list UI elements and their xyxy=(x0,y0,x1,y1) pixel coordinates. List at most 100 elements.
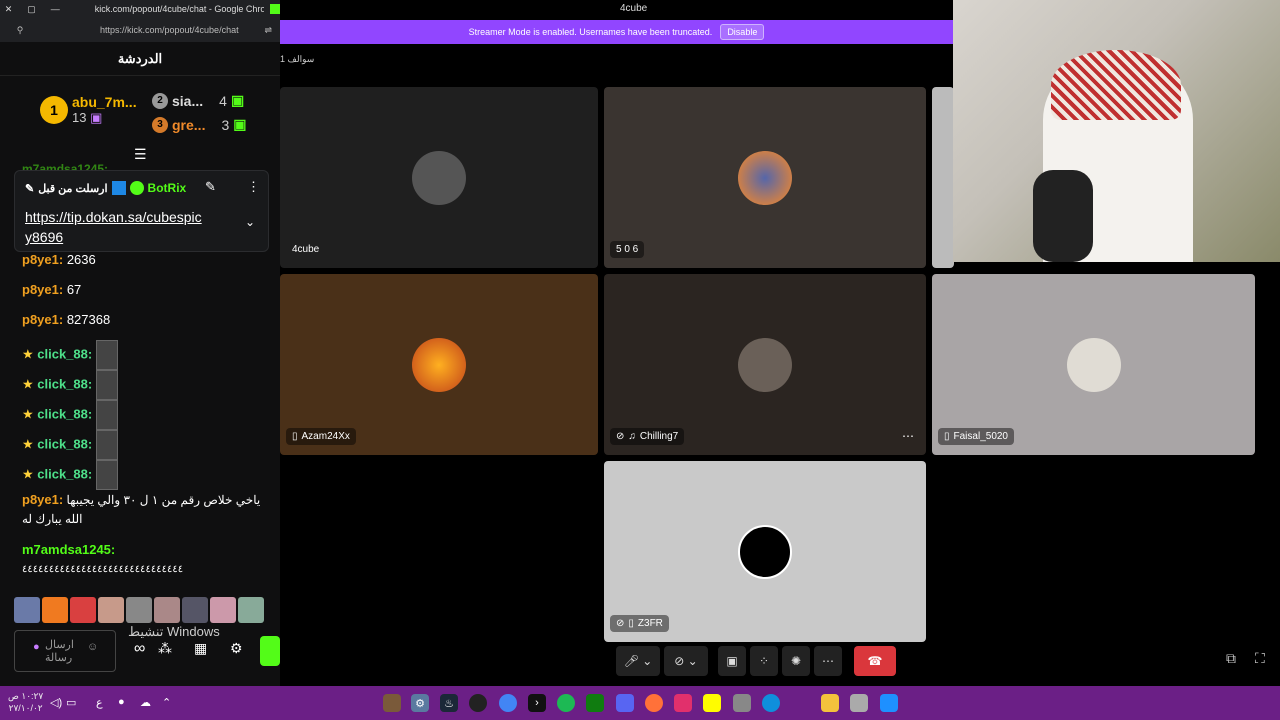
close-icon[interactable]: ✕ xyxy=(0,4,17,15)
emote-button[interactable] xyxy=(126,597,152,623)
app-icon-minecraft[interactable] xyxy=(383,694,401,712)
mic-icon[interactable]: ● xyxy=(33,641,40,653)
network-icon[interactable]: ▭ xyxy=(66,696,76,709)
emote-button[interactable] xyxy=(98,597,124,623)
gift-icon: ▣ xyxy=(233,116,247,132)
participant-tile[interactable]: 5 0 6 xyxy=(604,87,926,268)
infinity-icon[interactable]: ∞ xyxy=(134,640,145,658)
chat-username[interactable]: p8ye1: xyxy=(22,492,63,507)
language-indicator[interactable]: ع xyxy=(96,696,103,709)
restore-icon[interactable]: ▢ xyxy=(17,4,46,15)
activities-button[interactable]: ⁘ xyxy=(750,646,778,676)
bot-name: BotRix xyxy=(147,181,187,195)
minimize-icon[interactable]: — xyxy=(46,4,65,14)
chat-username[interactable]: click_88: xyxy=(37,346,92,361)
chat-username[interactable]: p8ye1: xyxy=(22,252,63,267)
clock-date[interactable]: ٢٧/١٠/٠٢ xyxy=(8,702,43,714)
settings-icon[interactable]: ⚙ xyxy=(230,640,243,657)
participant-tile[interactable]: ▯ Azam24Xx xyxy=(280,274,598,455)
participant-tile[interactable]: ▯ Faisal_5020 xyxy=(932,274,1255,455)
leader-1[interactable]: 1 abu_7m... 13 ▣ xyxy=(40,94,137,126)
chat-message: ★ click_88: xyxy=(22,370,118,400)
leader-2[interactable]: 2 sia... 4 ▣ xyxy=(152,92,244,109)
participant-tile[interactable]: ⊘ ♫ Chilling7 ⋯ xyxy=(604,274,926,455)
participant-tile-partial[interactable] xyxy=(932,87,954,268)
chat-message: ★ click_88: xyxy=(22,340,118,370)
chat-username[interactable]: p8ye1: xyxy=(22,282,63,297)
participant-tile[interactable]: ⊘ ▯ Z3FR xyxy=(604,461,926,642)
chat-username[interactable]: m7amdsa1245: xyxy=(22,542,115,557)
pinned-link[interactable]: https://tip.dokan.sa/cubespic y8696 xyxy=(25,207,202,247)
emote-button[interactable] xyxy=(70,597,96,623)
emote-button[interactable] xyxy=(42,597,68,623)
emote-button[interactable] xyxy=(238,597,264,623)
app-icon-steam[interactable]: ♨ xyxy=(440,694,458,712)
emote-button[interactable] xyxy=(182,597,208,623)
unpin-icon[interactable]: ✎ xyxy=(205,179,216,195)
cloud-icon[interactable]: ☁ xyxy=(140,696,151,709)
app-icon-instagram[interactable] xyxy=(674,694,692,712)
speaker-icon[interactable]: ◁) xyxy=(50,696,62,709)
disable-button[interactable]: Disable xyxy=(720,24,765,40)
leader-3[interactable]: 3 gre... 3 ▣ xyxy=(152,116,247,133)
mic-toggle-button[interactable]: 🎤︎ ⌄ xyxy=(616,646,660,676)
chat-username[interactable]: p8ye1: xyxy=(22,312,63,327)
start-icon[interactable] xyxy=(880,694,898,712)
app-icon-snapchat[interactable] xyxy=(703,694,721,712)
chat-username[interactable]: click_88: xyxy=(37,376,92,391)
playstation-icon: ♫ xyxy=(628,431,636,442)
sticker-image xyxy=(95,370,118,400)
more-options-icon[interactable]: ⋯ xyxy=(902,429,914,443)
participant-avatar xyxy=(1066,337,1121,392)
screenshare-button[interactable]: ▣ xyxy=(718,646,746,676)
more-options-button[interactable]: ⋯ xyxy=(814,646,842,676)
app-icon-taskview[interactable] xyxy=(850,694,868,712)
app-icon-explorer[interactable] xyxy=(821,694,839,712)
mic-tray-icon[interactable]: ● xyxy=(118,696,125,708)
participant-tile[interactable]: 4cube xyxy=(280,87,598,268)
send-button[interactable] xyxy=(260,636,280,666)
emoji-icon[interactable]: ☺ xyxy=(87,641,98,653)
app-icon-xbox[interactable] xyxy=(586,694,604,712)
app-icon-spotify[interactable] xyxy=(557,694,575,712)
site-info-icon[interactable]: ⚲ xyxy=(0,25,40,36)
emote-button[interactable] xyxy=(154,597,180,623)
chat-text: ياخي خلاص رقم من ١ ل ٣٠ والي يجيبها xyxy=(66,493,261,507)
camera-toggle-button[interactable]: ⊘ ⌄ xyxy=(664,646,708,676)
url-bar[interactable]: ⚲ https://kick.com/popout/4cube/chat ⇌ xyxy=(0,18,280,42)
chat-username[interactable]: click_88: xyxy=(37,406,92,421)
app-icon-chrome[interactable] xyxy=(499,694,517,712)
pinned-by-label: ارسلت من قبل xyxy=(38,182,108,195)
soundboard-button[interactable]: ✺ xyxy=(782,646,810,676)
app-icon-settings[interactable]: ⚙ xyxy=(411,694,429,712)
chat-username[interactable]: click_88: xyxy=(37,436,92,451)
pinned-link-line2[interactable]: y8696 xyxy=(25,227,202,247)
pinned-link-line1[interactable]: https://tip.dokan.sa/cubespic xyxy=(25,207,202,227)
star-badge-icon: ★ xyxy=(22,346,34,362)
apps-icon[interactable]: ⁂ xyxy=(158,640,172,657)
app-icon-obs[interactable] xyxy=(469,694,487,712)
chevron-up-icon[interactable]: ⌃ xyxy=(162,696,171,709)
participant-name-row: ▯ Azam24Xx xyxy=(286,428,356,445)
app-icon-firefox[interactable] xyxy=(645,694,663,712)
star-badge-icon: ★ xyxy=(22,406,34,422)
chat-username[interactable]: click_88: xyxy=(37,466,92,481)
fullscreen-icon[interactable]: ⛶ xyxy=(1255,650,1265,667)
emote-button[interactable] xyxy=(14,597,40,623)
filter-icon[interactable]: ☰ xyxy=(134,146,147,163)
app-icon-edge[interactable] xyxy=(762,694,780,712)
chat-message: ★ click_88: xyxy=(22,430,118,460)
url-text[interactable]: https://kick.com/popout/4cube/chat xyxy=(100,25,239,35)
disconnect-button[interactable]: ☎ xyxy=(854,646,896,676)
clock-time[interactable]: ١٠:٢٧ ص xyxy=(8,690,43,702)
app-icon-terminal[interactable]: › xyxy=(528,694,546,712)
app-icon-discord[interactable] xyxy=(616,694,634,712)
more-options-icon[interactable]: ⋮ xyxy=(247,179,260,195)
popout-icon[interactable]: ⧉ xyxy=(1226,650,1236,667)
emote-button[interactable] xyxy=(210,597,236,623)
chevron-down-icon[interactable]: ⌄ xyxy=(245,215,255,229)
store-icon[interactable]: ▦ xyxy=(194,640,207,657)
app-icon-mail[interactable] xyxy=(733,694,751,712)
chat-input[interactable]: ● ارسال رسالة ☺ xyxy=(14,630,116,672)
tune-icon[interactable]: ⇌ xyxy=(264,25,272,36)
